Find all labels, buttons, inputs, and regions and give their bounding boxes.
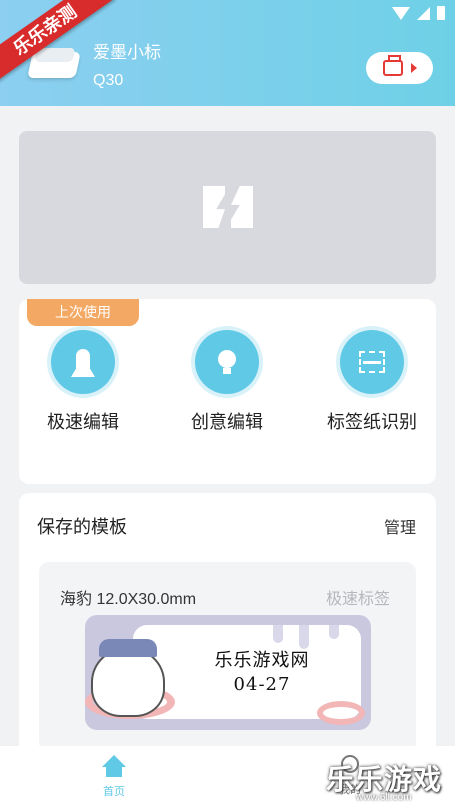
- battery-icon: [437, 6, 445, 20]
- manage-button[interactable]: 管理: [384, 514, 416, 538]
- scan-icon: [359, 351, 385, 373]
- template-name: 海豹 12.0X30.0mm: [60, 591, 197, 608]
- device-name: 爱墨小标: [93, 43, 161, 62]
- tool-label: 创意编辑: [191, 412, 263, 432]
- lightbulb-icon: [218, 350, 236, 374]
- wifi-icon: [392, 6, 410, 20]
- label-recognition-button[interactable]: 标签纸识别: [312, 330, 432, 434]
- quick-edit-button[interactable]: 极速编辑: [23, 330, 143, 434]
- nav-home[interactable]: 首页: [93, 755, 135, 799]
- seal-cap-illustration: [99, 639, 157, 657]
- label-text: 乐乐游戏网 04-27: [197, 649, 327, 697]
- seal-illustration: [91, 647, 165, 717]
- signal-icon: [417, 6, 430, 20]
- rocket-icon: [76, 349, 90, 375]
- label-text-line1: 乐乐游戏网: [214, 650, 310, 671]
- print-button[interactable]: [366, 52, 433, 84]
- broken-image-icon: [203, 186, 253, 228]
- last-used-badge: 上次使用: [27, 299, 139, 326]
- label-text-line2: 04-27: [233, 674, 291, 695]
- creative-edit-button[interactable]: 创意编辑: [167, 330, 287, 434]
- play-arrow-icon: [410, 63, 417, 73]
- nav-home-label: 首页: [103, 786, 125, 798]
- watermark-url: www.6ll.com: [356, 792, 412, 803]
- tool-label: 极速编辑: [47, 412, 119, 432]
- section-title: 保存的模板: [37, 517, 127, 537]
- printer-icon: [382, 55, 403, 76]
- home-icon: [102, 755, 126, 777]
- template-type: 极速标签: [326, 591, 391, 608]
- status-bar: [392, 6, 445, 20]
- small-ring-illustration: [317, 701, 365, 725]
- template-preview[interactable]: 乐乐游戏网 04-27: [85, 615, 371, 730]
- tool-label: 标签纸识别: [327, 412, 417, 432]
- device-model: Q30: [93, 72, 124, 89]
